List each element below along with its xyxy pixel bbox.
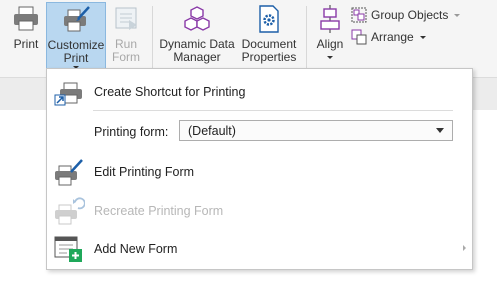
document-properties-button[interactable]: Document Properties xyxy=(238,4,300,74)
arrange-icon xyxy=(351,29,367,45)
group-objects-icon xyxy=(351,7,367,23)
run-form-label-2: Form xyxy=(112,50,140,64)
ribbon-separator xyxy=(306,6,307,72)
chevron-down-icon xyxy=(436,128,444,133)
dropdown-caret-icon xyxy=(454,13,461,17)
edit-printing-form-label: Edit Printing Form xyxy=(94,165,195,179)
document-gear-icon xyxy=(259,5,279,33)
dropdown-caret-icon xyxy=(419,35,426,39)
align-icon xyxy=(320,5,340,33)
printing-form-value: (Default) xyxy=(188,123,236,138)
printing-form-select[interactable]: (Default) xyxy=(179,120,453,141)
run-form-icon xyxy=(115,7,137,30)
menu-divider xyxy=(93,110,453,111)
printing-form-label: Printing form: xyxy=(94,125,169,139)
dropdown-caret-icon xyxy=(327,56,333,59)
printer-shortcut-icon xyxy=(54,82,82,106)
group-objects-button[interactable]: Group Objects xyxy=(351,5,461,25)
create-shortcut-item[interactable]: Create Shortcut for Printing xyxy=(47,74,472,110)
printer-brush-icon xyxy=(55,159,83,186)
add-new-form-label: Add New Form xyxy=(94,242,178,256)
recreate-printing-form-item[interactable]: Recreate Printing Form xyxy=(47,193,472,229)
align-button[interactable]: Align xyxy=(312,4,348,74)
run-form-button[interactable]: Run Form xyxy=(106,4,146,74)
print-label: Print xyxy=(13,37,39,51)
edit-printing-form-item[interactable]: Edit Printing Form xyxy=(47,154,472,190)
arrange-label: Arrange xyxy=(371,30,414,44)
customize-print-menu: Create Shortcut for Printing Printing fo… xyxy=(46,68,473,270)
printer-refresh-icon xyxy=(55,197,85,225)
customize-print-label-2: Print xyxy=(63,51,89,65)
doc-props-label-2: Properties xyxy=(241,50,297,64)
submenu-chevron-right-icon xyxy=(463,245,466,251)
create-shortcut-label: Create Shortcut for Printing xyxy=(94,85,246,99)
print-button[interactable]: Print xyxy=(6,4,46,74)
printer-icon xyxy=(14,6,38,31)
add-new-form-item[interactable]: Add New Form xyxy=(47,231,472,267)
cubes-icon xyxy=(184,6,210,31)
add-form-icon xyxy=(54,236,82,262)
printer-brush-icon xyxy=(64,6,90,32)
ddm-label-2: Manager xyxy=(173,50,221,64)
customize-print-button[interactable]: Customize Print xyxy=(46,2,106,72)
dynamic-data-manager-button[interactable]: Dynamic Data Manager xyxy=(158,4,236,74)
arrange-button[interactable]: Arrange xyxy=(351,27,426,47)
align-label: Align xyxy=(316,37,344,51)
ribbon-separator xyxy=(152,6,153,72)
group-objects-label: Group Objects xyxy=(371,8,449,22)
recreate-printing-form-label: Recreate Printing Form xyxy=(94,204,224,218)
